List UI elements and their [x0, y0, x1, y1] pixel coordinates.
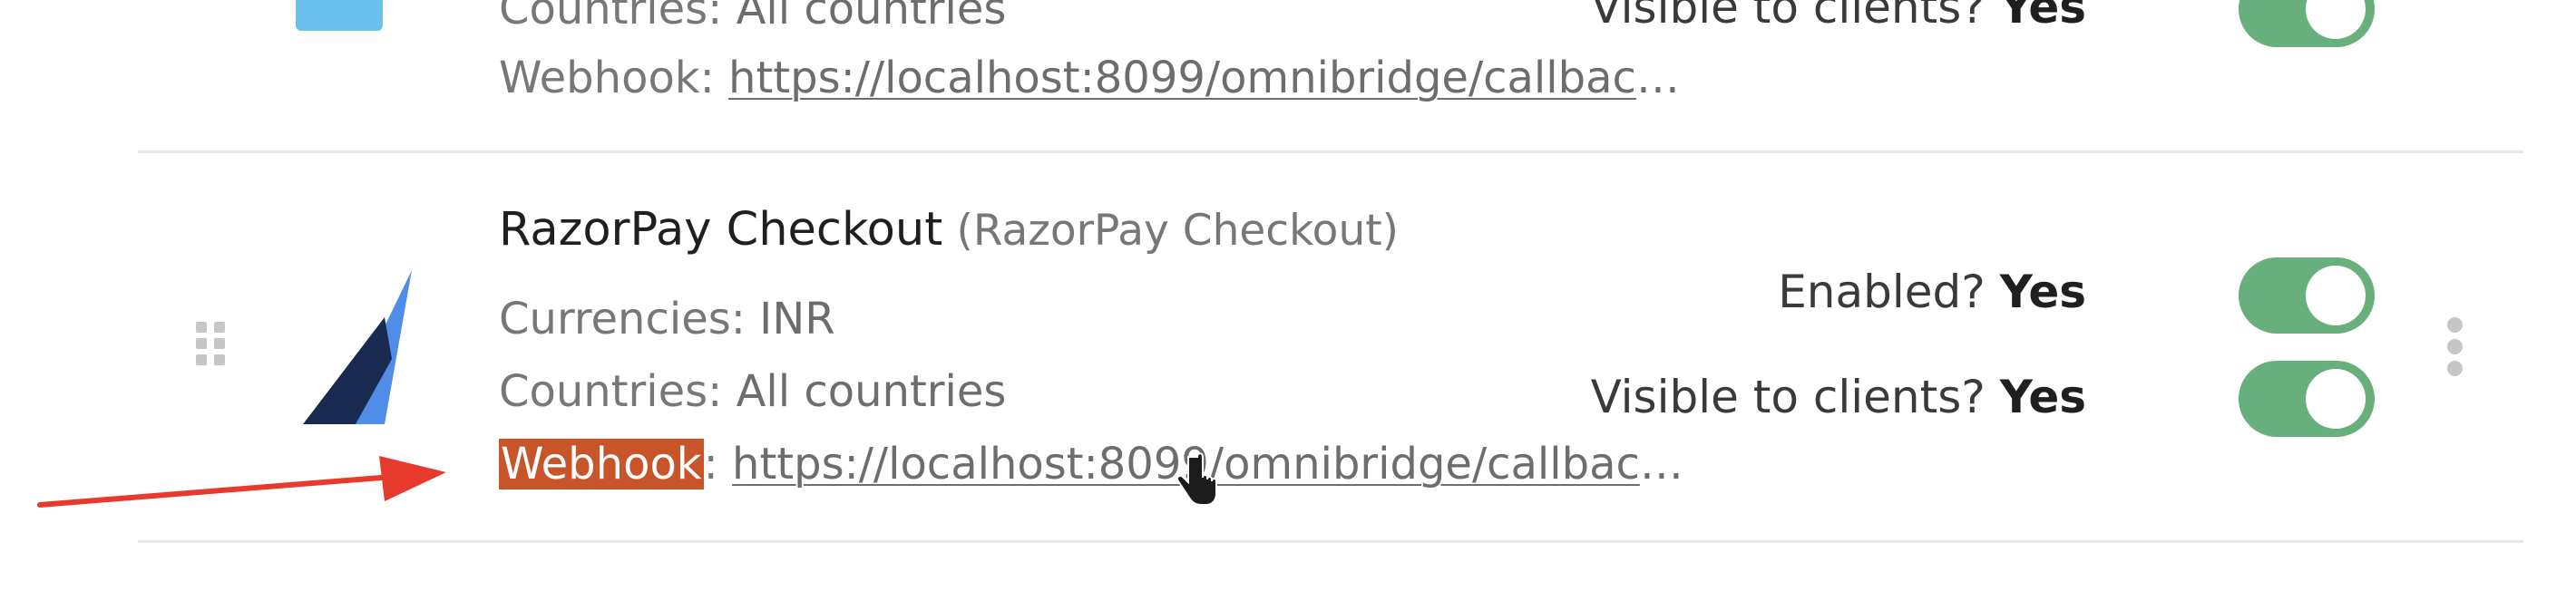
- toggle-knob: [2306, 0, 2366, 39]
- toggle-knob: [2306, 266, 2366, 325]
- visible-label: Visible to clients? Yes: [1590, 371, 2086, 423]
- drag-handle-icon[interactable]: [196, 322, 225, 365]
- payment-method-title: RazorPay Checkout (RazorPay Checkout): [499, 201, 1399, 260]
- cursor-icon: [1176, 452, 1217, 506]
- enabled-label: Enabled? Yes: [1778, 266, 2086, 318]
- enabled-toggle[interactable]: [2239, 257, 2375, 334]
- payment-method-name: RazorPay Checkout: [499, 203, 943, 257]
- prev-visible-label: Visible to clients? Yes: [1590, 0, 2086, 34]
- prev-webhook-line: Webhook: https://localhost:8099/omnibrid…: [499, 53, 1680, 103]
- prev-countries-line: Countries: All countries: [499, 0, 1007, 34]
- annotation-arrow-icon: [37, 456, 446, 508]
- visible-toggle[interactable]: [2239, 361, 2375, 437]
- countries-line: Countries: All countries: [499, 366, 1007, 417]
- previous-item-logo-icon: [296, 0, 383, 31]
- webhook-label-highlighted: Webhook: [499, 439, 704, 489]
- webhook-line: Webhook: https://localhost:8099/omnibrid…: [499, 439, 1683, 489]
- prev-visible-toggle[interactable]: [2239, 0, 2375, 47]
- payment-method-subtitle: (RazorPay Checkout): [956, 206, 1399, 256]
- row-divider: [138, 150, 2523, 153]
- prev-webhook-link[interactable]: https://localhost:8099/omnibridge/callba…: [728, 53, 1636, 103]
- toggle-knob: [2306, 369, 2366, 429]
- kebab-menu-icon[interactable]: [2447, 317, 2463, 383]
- currencies-line: Currencies: INR: [499, 294, 835, 344]
- razorpay-logo-icon: [303, 270, 412, 424]
- prev-webhook-label: Webhook:: [499, 53, 715, 103]
- row-divider: [138, 540, 2523, 543]
